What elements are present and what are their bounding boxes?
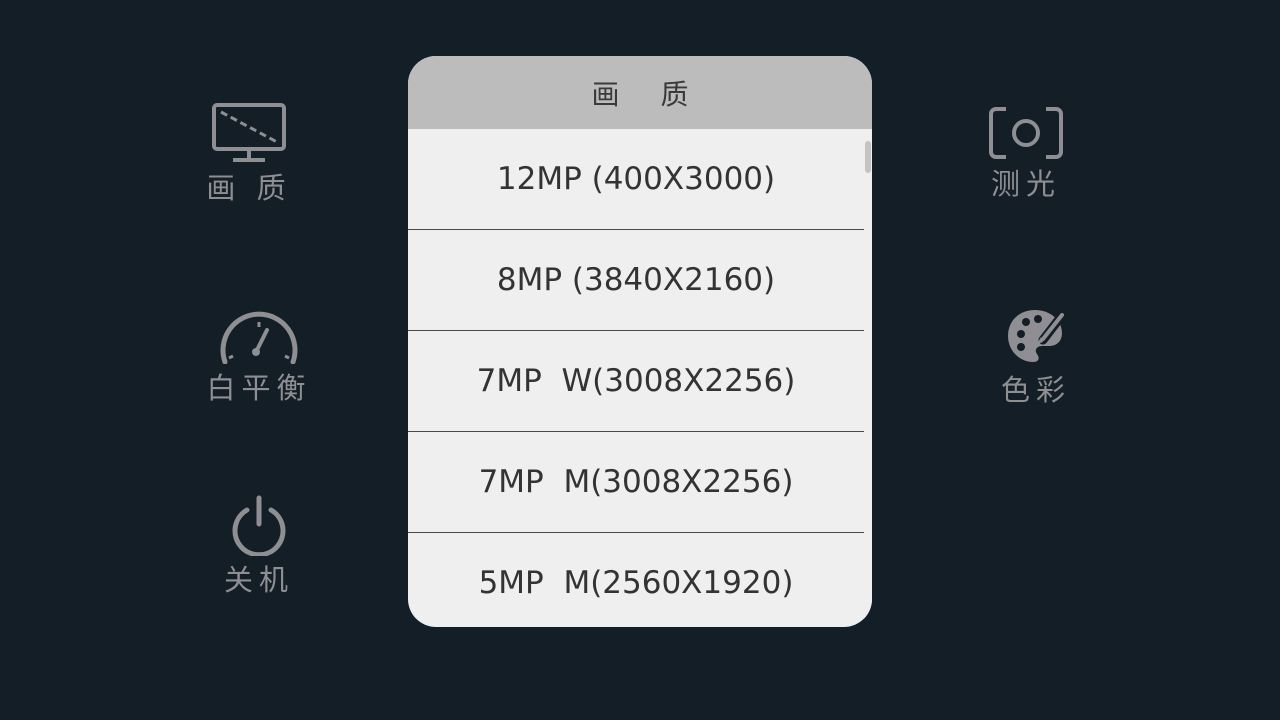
menu-item-white-balance[interactable]: 白平衡 (194, 308, 324, 406)
palette-icon (1008, 309, 1067, 362)
menu-item-quality[interactable]: 画 质 (194, 102, 304, 206)
resolution-option-12mp[interactable]: 12MP (400X3000) (408, 129, 864, 230)
menu-label-power: 关机 (223, 563, 294, 597)
dialog-title: 画 质 (591, 77, 705, 111)
resolution-option-7mp-w[interactable]: 7MP W(3008X2256) (408, 331, 864, 432)
scrollbar[interactable] (864, 129, 872, 627)
monitor-slash-icon (212, 103, 286, 162)
menu-label-quality: 画 质 (206, 171, 292, 205)
resolution-option-8mp[interactable]: 8MP (3840X2160) (408, 230, 864, 331)
menu-item-color[interactable]: 色彩 (976, 306, 1096, 408)
resolution-option-list[interactable]: 12MP (400X3000) 8MP (3840X2160) 7MP W(30… (408, 129, 864, 627)
resolution-option-7mp-m[interactable]: 7MP M(3008X2256) (408, 432, 864, 533)
quality-dialog: 画 质 12MP (400X3000) 8MP (3840X2160) 7MP … (408, 56, 872, 627)
camera-frame-icon (989, 107, 1063, 159)
gauge-icon (220, 311, 298, 364)
dialog-header: 画 质 (408, 56, 872, 129)
camera-settings-screen: 画 质 白平衡 关机 测光 色彩 画 质 12MP (400X3000) 8MP… (0, 0, 1280, 720)
power-icon (232, 495, 286, 556)
menu-label-white-balance: 白平衡 (206, 371, 312, 405)
menu-item-metering[interactable]: 测光 (966, 106, 1086, 202)
menu-label-color: 色彩 (1000, 373, 1071, 407)
resolution-option-5mp-m[interactable]: 5MP M(2560X1920) (408, 533, 864, 627)
scrollbar-thumb[interactable] (865, 141, 871, 173)
menu-item-power[interactable]: 关机 (194, 494, 324, 598)
menu-label-metering: 测光 (990, 167, 1061, 201)
